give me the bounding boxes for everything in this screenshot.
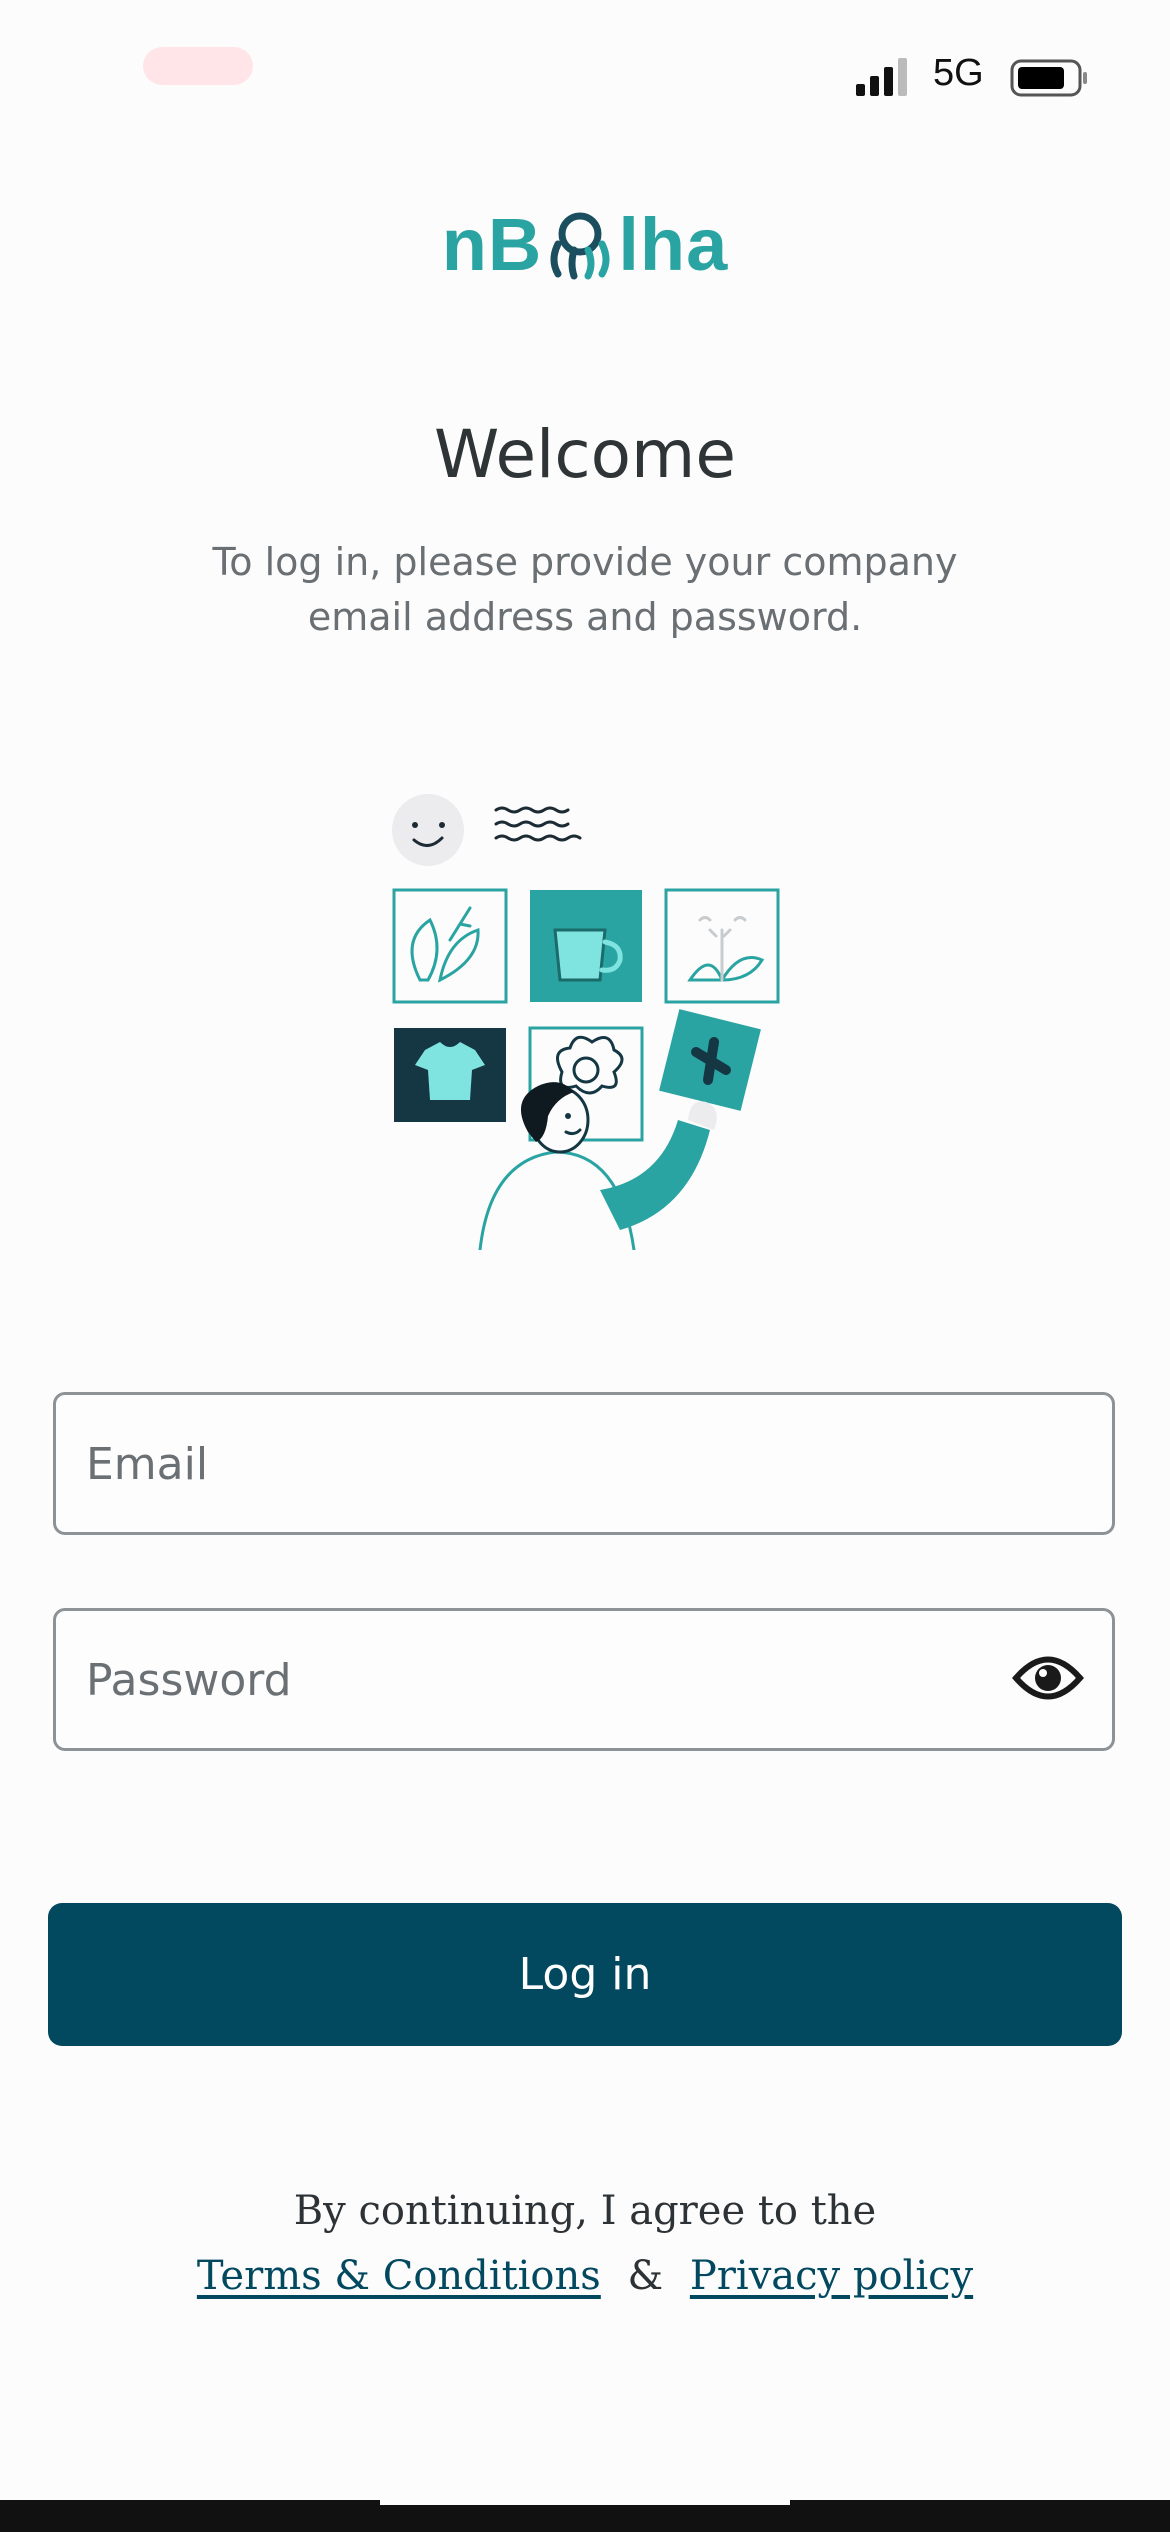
signal-icon (856, 58, 907, 96)
login-button[interactable]: Log in (48, 1903, 1122, 2046)
terms-link[interactable]: Terms & Conditions (197, 2253, 601, 2299)
privacy-link[interactable]: Privacy policy (690, 2253, 973, 2299)
battery-icon (1010, 59, 1087, 97)
brand-logo: nB lha (0, 200, 1170, 290)
logo-mark-icon (550, 212, 610, 280)
page-subtitle: To log in, please provide your company e… (212, 540, 958, 639)
network-label: 5G (933, 52, 984, 94)
legal-ampersand: & (627, 2253, 664, 2299)
password-field-container (53, 1608, 1115, 1751)
recording-indicator (143, 47, 253, 85)
legal-text: By continuing, I agree to the (293, 2188, 877, 2234)
email-input[interactable] (84, 1395, 988, 1534)
email-field-container (53, 1392, 1115, 1535)
legal-links: Terms & Conditions & Privacy policy (0, 2253, 1170, 2299)
home-indicator (380, 2489, 790, 2505)
welcome-illustration (392, 794, 780, 1250)
logo-text-right: lha (618, 203, 729, 286)
page-title: Welcome (434, 416, 736, 493)
eye-icon[interactable] (1012, 1645, 1084, 1711)
logo-text-left: nB (441, 203, 543, 286)
password-input[interactable] (84, 1611, 988, 1750)
